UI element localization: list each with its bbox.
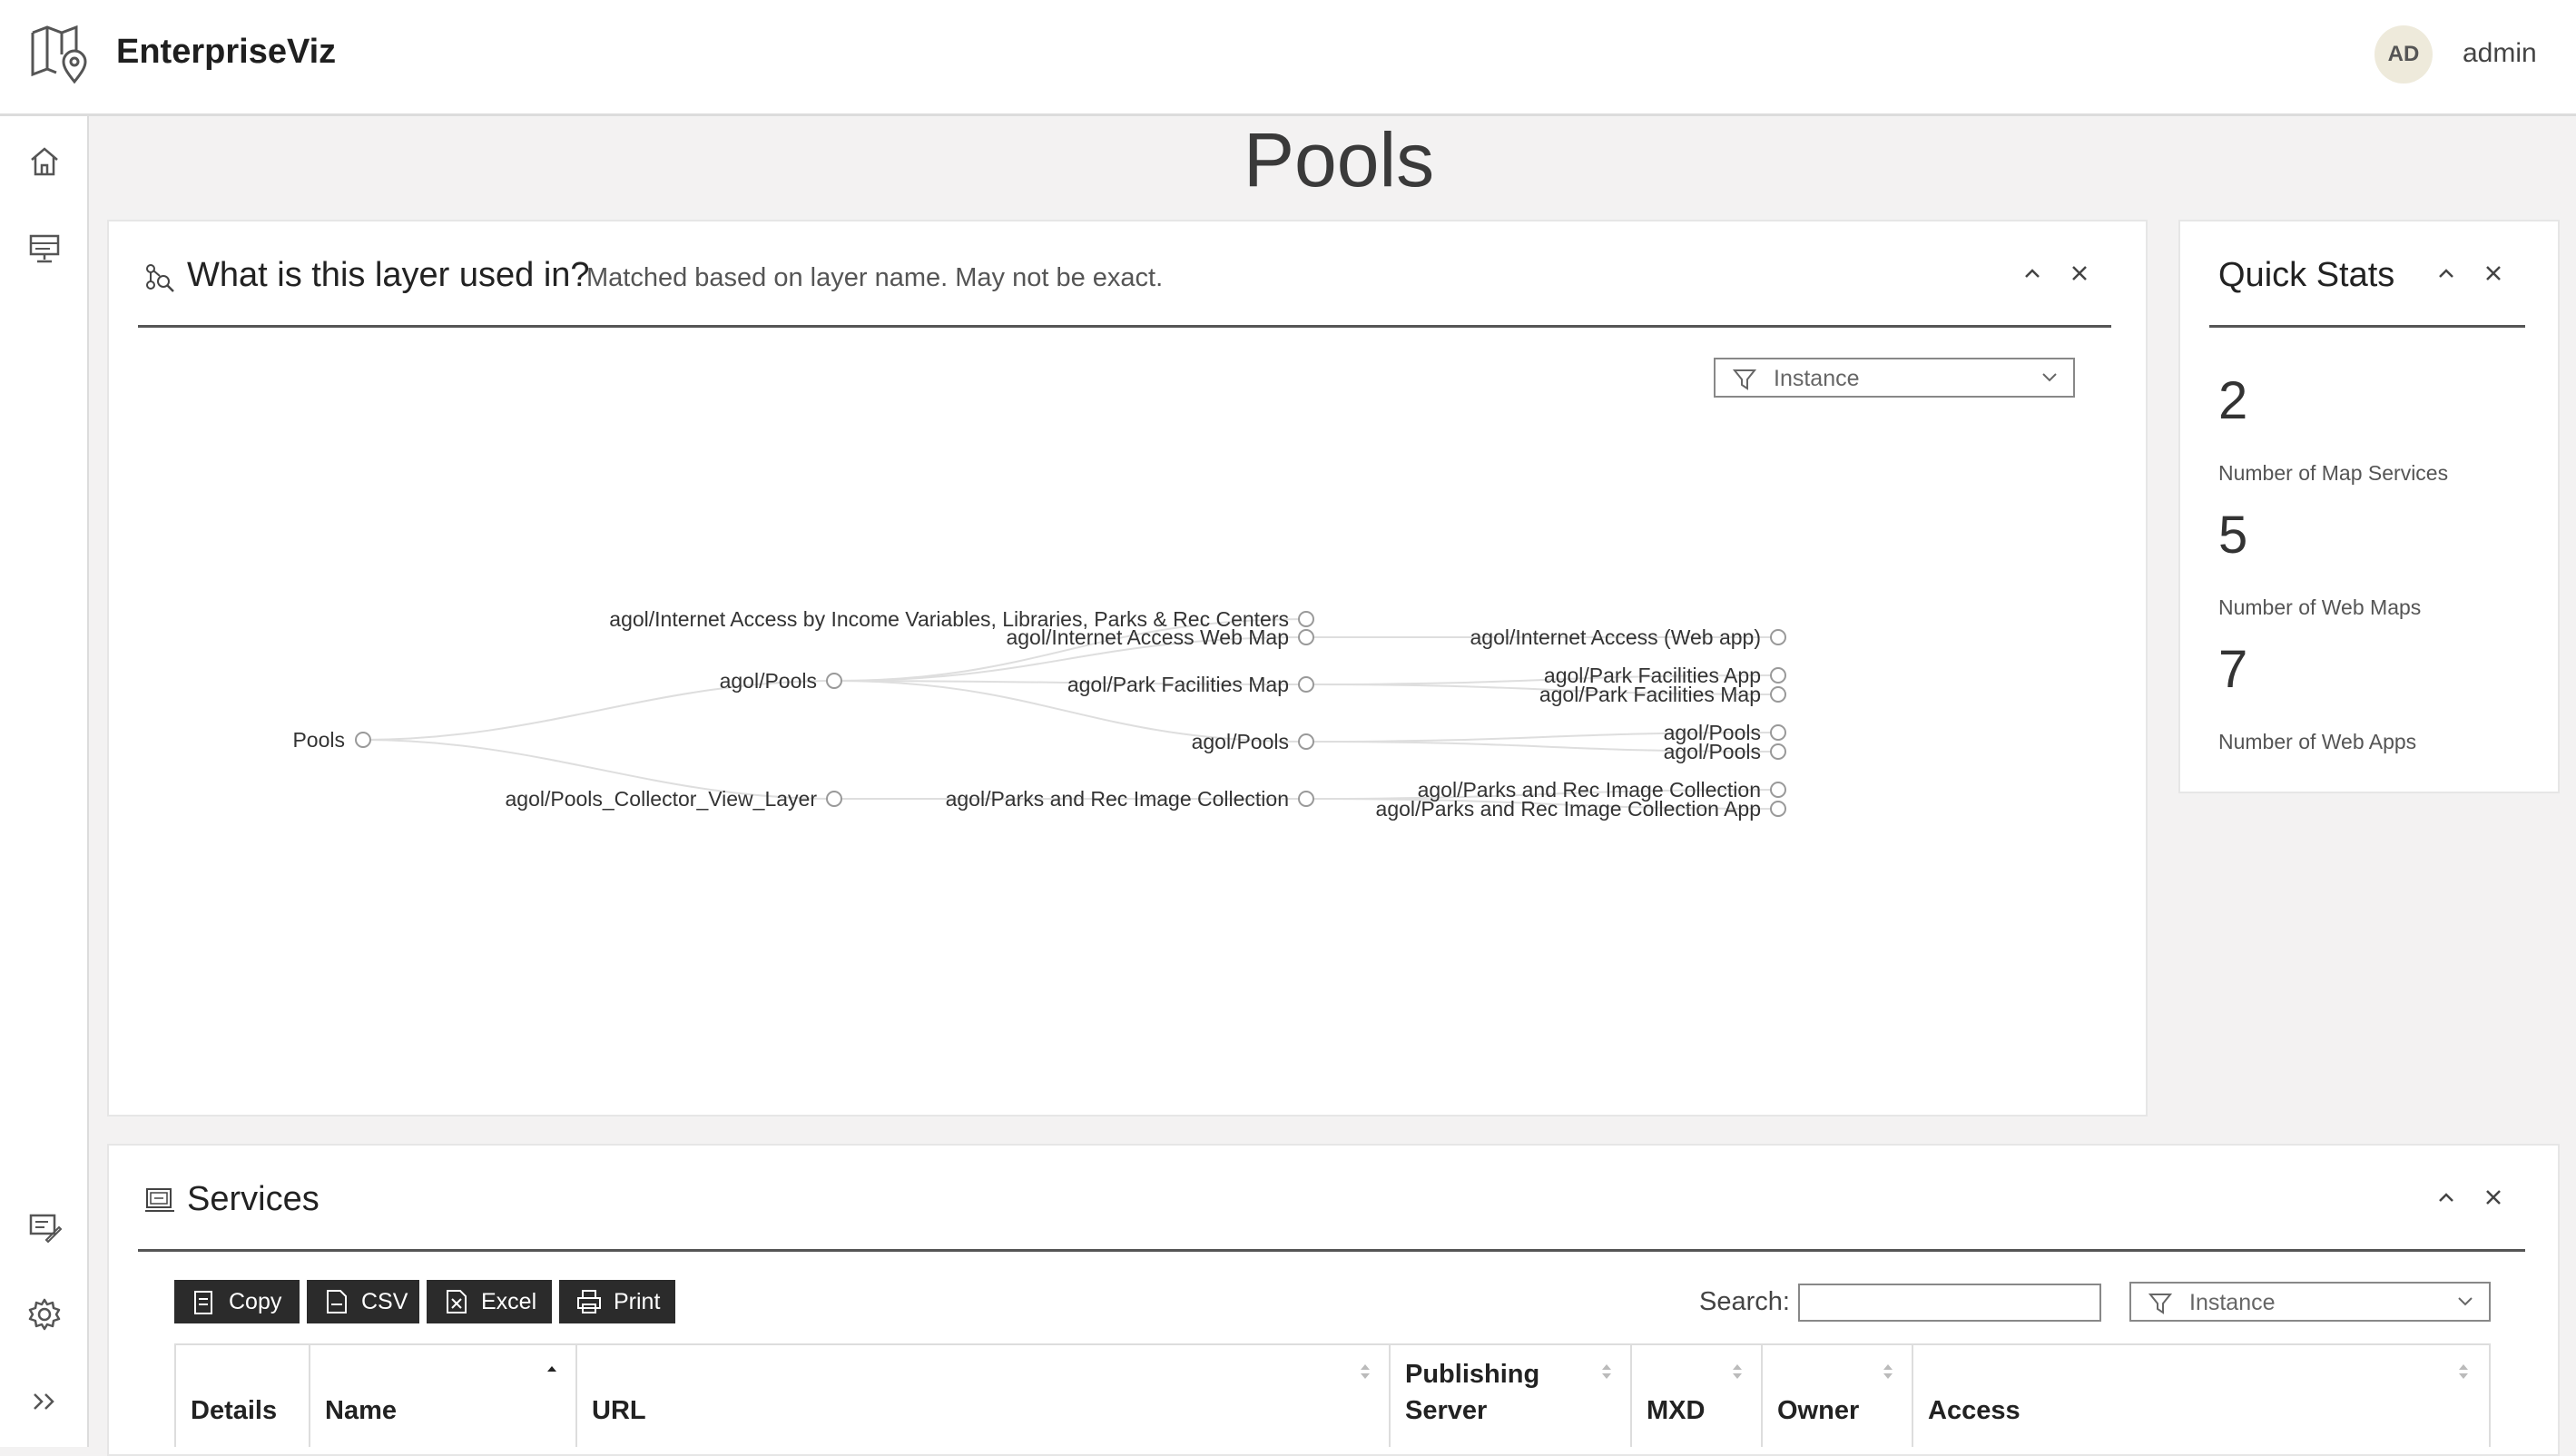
excel-icon xyxy=(447,1290,467,1313)
stat-value: 5 xyxy=(2218,506,2248,565)
collapse-icon[interactable] xyxy=(2434,261,2458,285)
copy-icon xyxy=(194,1291,212,1314)
column-header-mxd[interactable]: MXD xyxy=(1630,1343,1763,1447)
column-header-publishing-server[interactable]: Publishing Server xyxy=(1389,1343,1632,1447)
excel-button[interactable]: Excel xyxy=(427,1280,552,1323)
tree-node[interactable] xyxy=(1298,733,1314,750)
search-input[interactable] xyxy=(1798,1284,2101,1322)
tree-node[interactable] xyxy=(1298,676,1314,693)
tree-label-l2[interactable]: agol/Parks and Rec Image Collection xyxy=(946,788,1289,810)
tree-label-l2[interactable]: agol/Park Facilities Map xyxy=(1067,674,1289,695)
tree-node[interactable] xyxy=(1770,686,1786,703)
tree-node[interactable] xyxy=(1298,629,1314,645)
tree-node[interactable] xyxy=(826,791,842,807)
csv-icon xyxy=(327,1290,347,1313)
close-icon[interactable] xyxy=(2482,261,2505,285)
sort-icon xyxy=(1883,1364,1893,1379)
stat-value: 2 xyxy=(2218,371,2248,430)
stat-label: Number of Web Apps xyxy=(2218,730,2417,753)
close-icon[interactable] xyxy=(2482,1185,2505,1209)
tree-label-l3[interactable]: agol/Park Facilities Map xyxy=(1539,684,1761,705)
chevron-down-icon xyxy=(2458,1297,2473,1306)
services-title: Services xyxy=(187,1180,320,1218)
sort-icon xyxy=(1602,1364,1611,1379)
csv-button-label: CSV xyxy=(361,1288,408,1314)
tree-label-l1[interactable]: agol/Pools xyxy=(720,670,817,692)
tree-node[interactable] xyxy=(1298,611,1314,627)
column-header-owner[interactable]: Owner xyxy=(1761,1343,1913,1447)
column-header-access[interactable]: Access xyxy=(1912,1343,2489,1447)
print-icon xyxy=(577,1290,601,1313)
excel-button-label: Excel xyxy=(481,1288,537,1314)
column-header-details[interactable]: Details xyxy=(176,1343,310,1447)
sort-icon xyxy=(1361,1364,1370,1379)
tree-node[interactable] xyxy=(826,673,842,689)
quick-stats-divider xyxy=(2209,325,2525,328)
tree-node[interactable] xyxy=(1770,629,1786,645)
tree-label-l3[interactable]: agol/Internet Access (Web app) xyxy=(1470,626,1761,648)
quick-stats-title: Quick Stats xyxy=(2218,256,2395,294)
copy-button[interactable]: Copy xyxy=(174,1280,300,1323)
services-icon xyxy=(145,1188,174,1212)
collapse-icon[interactable] xyxy=(2434,1185,2458,1209)
filter-icon xyxy=(2148,1294,2173,1314)
services-divider xyxy=(138,1249,2525,1252)
tree-node[interactable] xyxy=(1770,743,1786,760)
tree-node[interactable] xyxy=(355,732,371,748)
tree-label-l2[interactable]: agol/Internet Access Web Map xyxy=(1006,626,1289,648)
tree-node[interactable] xyxy=(1770,801,1786,817)
print-button[interactable]: Print xyxy=(559,1280,675,1323)
tree-label-root[interactable]: Pools xyxy=(292,729,345,751)
tree-label-l3[interactable]: agol/Pools xyxy=(1664,741,1761,762)
sort-asc-icon xyxy=(547,1366,556,1372)
stat-label: Number of Map Services xyxy=(2218,461,2449,485)
services-instance-filter[interactable]: Instance xyxy=(2129,1282,2491,1322)
csv-button[interactable]: CSV xyxy=(307,1280,419,1323)
column-header-url[interactable]: URL xyxy=(575,1343,1391,1447)
print-button-label: Print xyxy=(614,1288,661,1314)
tree-label-l1[interactable]: agol/Pools_Collector_View_Layer xyxy=(505,788,817,810)
tree-label-l2[interactable]: agol/Pools xyxy=(1192,731,1289,753)
sort-icon xyxy=(1733,1364,1742,1379)
column-header-name[interactable]: Name xyxy=(309,1343,577,1447)
tree-node[interactable] xyxy=(1770,782,1786,798)
search-label: Search: xyxy=(1699,1287,1790,1316)
stat-value: 7 xyxy=(2218,640,2248,699)
stat-label: Number of Web Maps xyxy=(2218,595,2422,619)
sort-icon xyxy=(2459,1364,2468,1379)
tree-node[interactable] xyxy=(1298,791,1314,807)
services-instance-filter-text: Instance xyxy=(2189,1290,2276,1315)
tree-label-l3[interactable]: agol/Parks and Rec Image Collection App xyxy=(1376,798,1761,820)
copy-button-label: Copy xyxy=(229,1288,282,1314)
tree-node[interactable] xyxy=(1770,724,1786,741)
tree-node[interactable] xyxy=(1770,667,1786,684)
